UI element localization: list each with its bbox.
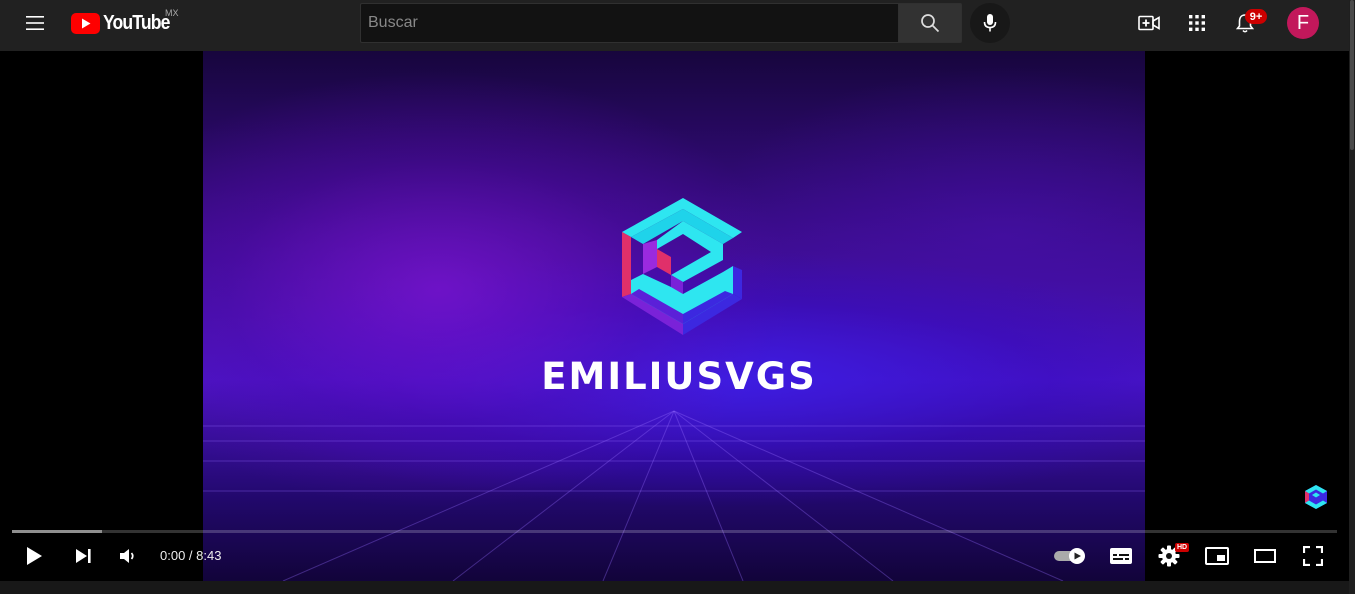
next-button[interactable] [63,537,103,575]
video-frame[interactable]: EMILIUSVGS [203,51,1145,581]
masthead: YouTube MX Buscar 9+ F [0,0,1349,51]
notification-count-badge: 9+ [1245,9,1267,24]
avatar[interactable]: F [1287,7,1319,39]
menu-button[interactable] [15,3,55,43]
voice-search-button[interactable] [970,3,1010,43]
hd-quality-badge: HD [1175,543,1190,552]
autoplay-toggle-icon [1054,548,1085,564]
channel-brand-name: EMILIUSVGS [541,355,817,398]
miniplayer-button[interactable] [1197,537,1237,575]
volume-icon [120,549,134,563]
search-icon [921,14,940,33]
create-button[interactable] [1129,3,1169,43]
page-bottom [0,581,1349,594]
subtitles-button[interactable] [1101,537,1141,575]
search-input[interactable] [361,4,899,42]
country-code: MX [165,8,179,18]
theater-mode-button[interactable] [1245,537,1285,575]
play-icon [27,547,42,565]
fullscreen-icon [1303,546,1323,566]
theater-mode-icon [1254,549,1276,563]
scrollbar-thumb[interactable] [1350,0,1354,150]
video-player[interactable]: EMILIUSVGS 0:00 / 8:43 HD [0,51,1349,581]
search-button[interactable] [898,3,962,43]
play-button[interactable] [14,537,54,575]
subtitles-icon [1110,548,1132,564]
progress-bar[interactable] [12,530,1337,533]
apps-button[interactable] [1177,3,1217,43]
fullscreen-button[interactable] [1293,537,1333,575]
time-display: 0:00 / 8:43 [160,548,222,563]
apps-grid-icon [1189,15,1205,31]
youtube-logo[interactable]: YouTube [71,11,179,35]
progress-loaded [12,530,103,533]
autoplay-toggle[interactable] [1050,537,1090,575]
next-icon [76,549,91,563]
youtube-logo-icon [71,12,100,34]
mute-button[interactable] [108,537,148,575]
logo-text: YouTube [103,11,170,34]
channel-watermark-icon[interactable] [1303,484,1329,510]
microphone-icon [983,14,997,32]
create-video-icon [1138,15,1160,31]
search-box [360,3,899,43]
miniplayer-icon [1205,547,1229,565]
channel-logo-icon [622,198,742,335]
menu-icon [26,16,44,30]
